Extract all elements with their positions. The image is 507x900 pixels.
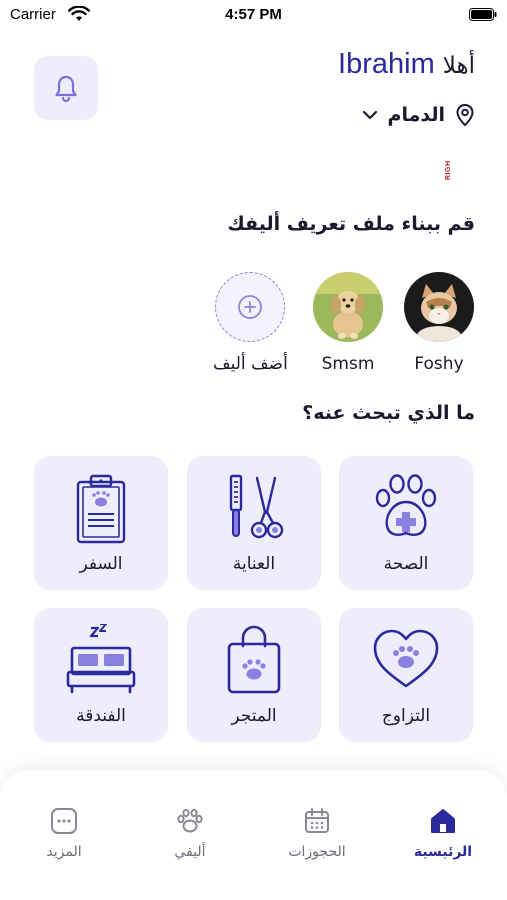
- paw-medical-icon: [375, 474, 437, 536]
- service-label: المتجر: [231, 706, 277, 726]
- clock: 4:57 PM: [225, 6, 282, 23]
- pet-card-foshy[interactable]: Foshy: [402, 272, 476, 374]
- location-pin-icon: [456, 103, 474, 127]
- tab-more[interactable]: المزيد: [14, 804, 114, 860]
- service-label: العناية: [232, 554, 276, 574]
- service-label: الصحة: [383, 554, 429, 574]
- home-icon: [431, 809, 455, 833]
- service-label: السفر: [79, 554, 123, 574]
- service-tile-mating[interactable]: التزاوج: [339, 608, 473, 742]
- pet-avatar: [313, 272, 383, 342]
- chevron-down-icon: [362, 110, 377, 120]
- pet-avatar: [404, 272, 474, 342]
- bed-icon: [66, 624, 136, 694]
- plus-circle-icon: [238, 295, 262, 319]
- services-section-title: ما الذي تبحث عنه؟: [302, 402, 475, 424]
- tab-home[interactable]: الرئيسية: [393, 804, 493, 860]
- tab-my-pets[interactable]: أليفي: [140, 804, 240, 860]
- notifications-button[interactable]: [34, 56, 98, 120]
- tab-label: أليفي: [174, 844, 206, 860]
- pet-card-smsm[interactable]: Smsm: [311, 272, 385, 374]
- service-tile-health[interactable]: الصحة: [339, 456, 473, 590]
- tab-label: الرئيسية: [413, 844, 473, 860]
- pet-name: Foshy: [414, 354, 464, 374]
- service-label: الفندقة: [76, 706, 126, 726]
- add-pet-button[interactable]: أضف أليف: [213, 272, 288, 374]
- user-name: Ibrahim: [338, 48, 435, 80]
- service-tile-travel[interactable]: السفر: [34, 456, 168, 590]
- status-bar: Carrier 4:57 PM: [0, 0, 507, 32]
- tab-label: الحجوزات: [288, 844, 346, 860]
- add-pet-circle: [215, 272, 285, 342]
- battery-icon: [469, 8, 497, 21]
- service-tile-grooming[interactable]: العناية: [187, 456, 321, 590]
- shopping-bag-icon: [227, 625, 281, 694]
- clipboard-icon: [76, 474, 126, 544]
- grooming-tools-icon: [229, 474, 284, 539]
- tab-label: المزيد: [46, 844, 82, 860]
- brand-logo: RIGH: [445, 160, 452, 181]
- calendar-icon: [305, 808, 329, 833]
- bell-icon: [55, 75, 77, 102]
- pet-name: Smsm: [321, 354, 375, 374]
- tab-bookings[interactable]: الحجوزات: [267, 804, 367, 860]
- pets-section-title: قم ببناء ملف تعريف أليفك: [227, 213, 475, 235]
- location-selector[interactable]: الدمام: [362, 98, 475, 132]
- service-tile-hotel[interactable]: الفندقة: [34, 608, 168, 742]
- greeting: Ibrahim أهلا: [338, 48, 475, 86]
- more-icon: [51, 808, 77, 834]
- service-tile-store[interactable]: المتجر: [187, 608, 321, 742]
- heart-paw-icon: [373, 629, 439, 688]
- city-name: الدمام: [387, 104, 445, 126]
- service-label: التزاوج: [381, 706, 431, 726]
- greeting-hello: أهلا: [442, 53, 475, 79]
- paw-icon: [177, 808, 203, 833]
- add-pet-label: أضف أليف: [213, 354, 288, 374]
- bottom-tab-bar: الرئيسية الحجوزات أليفي المزيد: [0, 770, 507, 900]
